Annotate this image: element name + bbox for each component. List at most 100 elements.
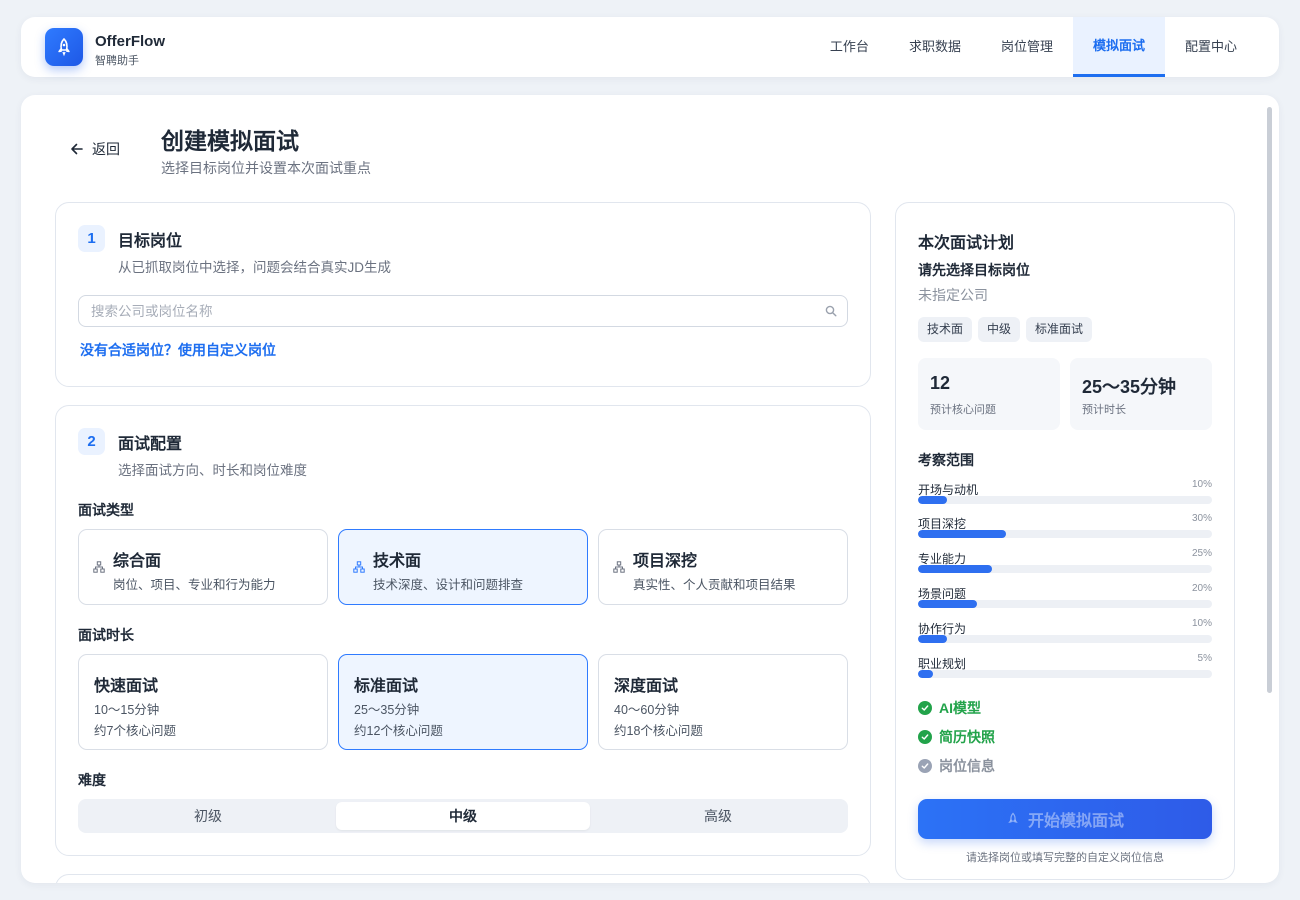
step-badge-2: 2 bbox=[78, 428, 105, 455]
stat-label: 预计时长 bbox=[1082, 404, 1126, 416]
duration-option-time: 25～35分钟 bbox=[354, 703, 420, 717]
scope-row-career: 职业规划 5% bbox=[918, 653, 1212, 685]
check-label: 岗位信息 bbox=[939, 758, 995, 774]
rocket-icon bbox=[1008, 812, 1018, 823]
plan-title: 本次面试计划 bbox=[918, 235, 1015, 252]
scope-percent: 30% bbox=[1191, 513, 1212, 524]
difficulty-option-junior[interactable]: 初级 bbox=[81, 802, 335, 830]
section-subtitle-interview-config: 选择面试方向、时长和岗位难度 bbox=[118, 463, 307, 478]
duration-option-count: 约7个核心问题 bbox=[94, 724, 176, 738]
scope-row-project: 项目深挖 30% bbox=[918, 513, 1212, 545]
scope-percent: 5% bbox=[1197, 653, 1212, 664]
nav-item-mock-interview[interactable]: 模拟面试 bbox=[1072, 17, 1165, 77]
plan-job: 请先选择目标岗位 bbox=[918, 262, 1030, 278]
plan-tag-difficulty: 中级 bbox=[978, 317, 1021, 342]
interview-type-label: 面试类型 bbox=[78, 502, 134, 518]
section-title-target-job: 目标岗位 bbox=[118, 233, 183, 250]
check-job-info: 岗位信息 bbox=[918, 756, 995, 776]
scope-row-opening: 开场与动机 10% bbox=[918, 479, 1212, 511]
plan-tag-type: 技术面 bbox=[918, 317, 973, 342]
search-icon[interactable] bbox=[825, 305, 837, 317]
scrollbar[interactable] bbox=[1267, 107, 1272, 693]
type-option-comprehensive[interactable]: 综合面 岗位、项目、专业和行为能力 bbox=[78, 529, 328, 605]
nav-item-config-center[interactable]: 配置中心 bbox=[1165, 17, 1257, 77]
stat-value: 12 bbox=[930, 373, 951, 393]
rocket-logo-icon bbox=[45, 28, 83, 66]
type-option-desc: 真实性、个人贡献和项目结果 bbox=[633, 578, 796, 592]
duration-option-title: 深度面试 bbox=[614, 678, 679, 695]
duration-option-count: 约12个核心问题 bbox=[354, 724, 443, 738]
duration-option-time: 40～60分钟 bbox=[614, 703, 680, 717]
duration-option-deep[interactable]: 深度面试 40～60分钟 约18个核心问题 bbox=[598, 654, 848, 750]
custom-job-link[interactable]: 没有合适岗位？使用自定义岗位 bbox=[80, 340, 276, 360]
org-chart-icon bbox=[353, 561, 365, 573]
interview-config-card: 2 面试配置 选择面试方向、时长和岗位难度 面试类型 综合面 岗位、项目、专业和… bbox=[55, 405, 871, 856]
type-option-desc: 岗位、项目、专业和行为能力 bbox=[113, 578, 276, 592]
duration-option-title: 标准面试 bbox=[354, 678, 419, 695]
type-option-technical[interactable]: 技术面 技术深度、设计和问题排查 bbox=[338, 529, 588, 605]
duration-option-time: 10～15分钟 bbox=[94, 703, 160, 717]
scope-bar-track bbox=[918, 496, 1212, 504]
scope-percent: 10% bbox=[1191, 479, 1212, 490]
scope-bar-track bbox=[918, 670, 1212, 678]
stat-duration: 25～35分钟 预计时长 bbox=[1070, 358, 1212, 430]
stat-label: 预计核心问题 bbox=[930, 404, 996, 416]
check-label: AI模型 bbox=[939, 700, 981, 716]
difficulty-selector: 初级 中级 高级 bbox=[78, 799, 848, 833]
check-label: 简历快照 bbox=[939, 729, 995, 745]
arrow-left-icon bbox=[71, 143, 83, 155]
scope-bar-fill bbox=[918, 600, 977, 608]
difficulty-option-mid[interactable]: 中级 bbox=[336, 802, 590, 830]
nav-item-workbench[interactable]: 工作台 bbox=[810, 17, 889, 77]
interview-plan-card: 本次面试计划 请先选择目标岗位 未指定公司 技术面 中级 标准面试 12 预计核… bbox=[895, 202, 1235, 880]
type-option-title: 技术面 bbox=[373, 553, 422, 570]
target-job-card: 1 目标岗位 从已抓取岗位中选择，问题会结合真实JD生成 没有合适岗位？使用自定… bbox=[55, 202, 871, 387]
difficulty-label: 难度 bbox=[78, 772, 106, 788]
scope-bar-track bbox=[918, 530, 1212, 538]
type-option-desc: 技术深度、设计和问题排查 bbox=[373, 578, 524, 592]
brand-name: OfferFlow bbox=[95, 33, 165, 50]
difficulty-option-senior[interactable]: 高级 bbox=[591, 802, 845, 830]
start-interview-button[interactable]: 开始模拟面试 bbox=[918, 799, 1212, 839]
stat-question-count: 12 预计核心问题 bbox=[918, 358, 1060, 430]
job-search-input[interactable] bbox=[79, 296, 819, 326]
interview-duration-label: 面试时长 bbox=[78, 627, 134, 643]
top-navbar: OfferFlow 智聘助手 工作台 求职数据 岗位管理 模拟面试 配置中心 bbox=[21, 17, 1279, 77]
scope-percent: 25% bbox=[1191, 548, 1212, 559]
scope-bar-track bbox=[918, 565, 1212, 573]
section-title-interview-config: 面试配置 bbox=[118, 436, 183, 453]
type-option-title: 项目深挖 bbox=[633, 553, 698, 570]
brand-subtitle: 智聘助手 bbox=[95, 55, 139, 67]
scope-bar-fill bbox=[918, 670, 933, 678]
page-subtitle: 选择目标岗位并设置本次面试重点 bbox=[161, 160, 371, 176]
start-button-label: 开始模拟面试 bbox=[1027, 813, 1124, 830]
duration-option-standard[interactable]: 标准面试 25～35分钟 约12个核心问题 bbox=[338, 654, 588, 750]
nav-item-job-data[interactable]: 求职数据 bbox=[889, 17, 981, 77]
nav-item-job-management[interactable]: 岗位管理 bbox=[981, 17, 1073, 77]
scope-bar-track bbox=[918, 635, 1212, 643]
scope-row-expertise: 专业能力 25% bbox=[918, 548, 1212, 580]
plan-company: 未指定公司 bbox=[918, 287, 988, 303]
check-circle-icon bbox=[918, 730, 932, 744]
check-resume-snapshot: 简历快照 bbox=[918, 727, 995, 747]
page-title: 创建模拟面试 bbox=[161, 128, 299, 154]
scope-title: 考察范围 bbox=[918, 452, 974, 468]
scope-bar-fill bbox=[918, 635, 948, 643]
duration-option-count: 约18个核心问题 bbox=[614, 724, 703, 738]
duration-option-title: 快速面试 bbox=[94, 678, 159, 695]
scope-row-collaboration: 协作行为 10% bbox=[918, 618, 1212, 650]
scope-row-scenario: 场景问题 20% bbox=[918, 583, 1212, 615]
scope-percent: 10% bbox=[1191, 618, 1212, 629]
stat-value: 25～35分钟 bbox=[1082, 377, 1177, 397]
scope-bar-fill bbox=[918, 496, 948, 504]
back-button[interactable]: 返回 bbox=[70, 139, 120, 159]
main-panel: 返回 创建模拟面试 选择目标岗位并设置本次面试重点 1 目标岗位 从已抓取岗位中… bbox=[21, 95, 1279, 883]
check-circle-icon bbox=[918, 759, 932, 773]
plan-tag-duration: 标准面试 bbox=[1026, 317, 1093, 342]
duration-option-quick[interactable]: 快速面试 10～15分钟 约7个核心问题 bbox=[78, 654, 328, 750]
next-section-card bbox=[55, 874, 871, 883]
check-circle-icon bbox=[918, 701, 932, 715]
start-hint: 请选择岗位或填写完整的自定义岗位信息 bbox=[966, 852, 1164, 864]
section-subtitle-target-job: 从已抓取岗位中选择，问题会结合真实JD生成 bbox=[118, 260, 391, 275]
type-option-project-deep-dive[interactable]: 项目深挖 真实性、个人贡献和项目结果 bbox=[598, 529, 848, 605]
